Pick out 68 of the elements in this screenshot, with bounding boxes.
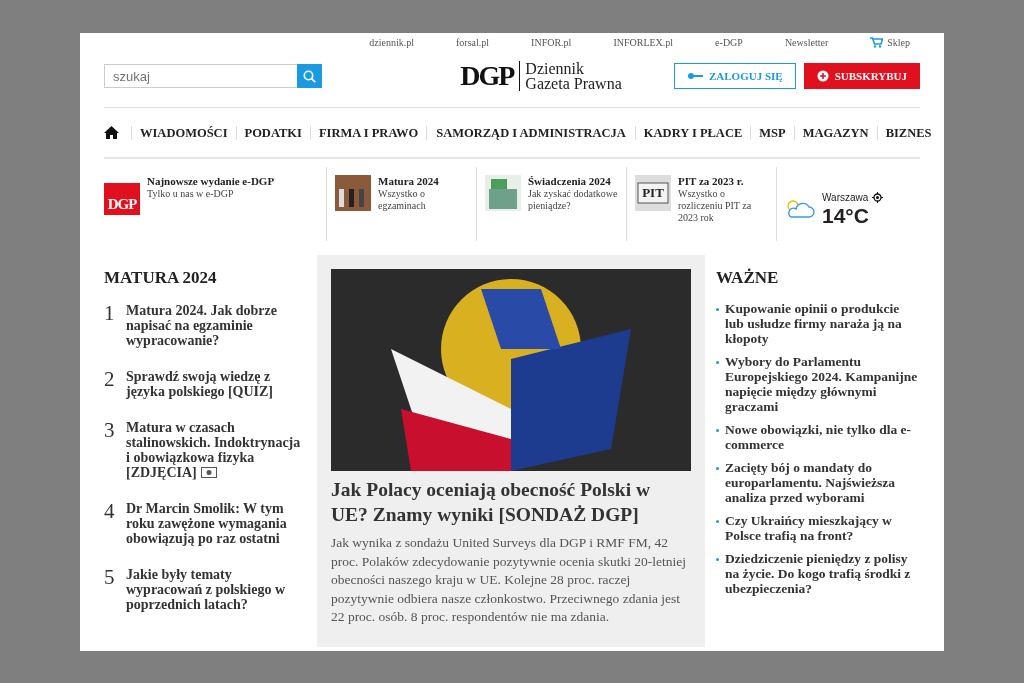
nav-link[interactable]: FIRMA I PRAWO [309,125,427,140]
cloud-icon [785,197,815,219]
top-link[interactable]: INFOR.pl [531,34,572,50]
article-link[interactable]: Jakie były tematy wypracowań z polskiego w poprzednich latach? [126,564,306,612]
cart-icon [870,36,884,48]
promo-text: Wszystko o egzaminach [378,188,427,212]
top-link[interactable]: dziennik.pl [369,34,415,50]
bullet-icon [716,307,719,311]
article-link[interactable]: Matura 2024. Jak dobrze napisać na egzaminie wypracowanie? [126,300,306,348]
article-link[interactable]: Dziedziczenie pieniędzy z polisy na życie. Do kogo trafią środki z ubezpieczenia? [725,550,920,596]
article-link[interactable]: Czy Ukraińcy mieszkający w Polsce trafią na front? [725,512,920,543]
photo-placeholder [335,175,371,211]
top-link[interactable]: INFORLEX.pl [613,34,674,50]
search-button[interactable] [297,64,322,88]
article-link[interactable]: Wybory do Parlamentu Europejskiego 2024. Kampanijne napięcie między głównymi graczami [725,353,920,414]
nav-link[interactable]: SAMORZĄD I ADMINISTRACJA [426,125,635,140]
item-number: 2 [104,366,116,393]
plus-circle-icon [816,70,829,82]
location-icon [872,191,884,203]
subscribe-button[interactable]: SUBSKRYBUJ [803,63,920,89]
bullet-icon [716,466,719,470]
article-link[interactable]: Matura w czasach stalinowskich. Indoktrynacja i obowiązkowa fizyka [ZDJĘCIA] [126,417,306,480]
nav-link[interactable]: MAGAZYN [793,125,877,140]
photo-placeholder [485,175,521,211]
logo-name: Dziennik Gazeta Prawna [519,61,622,91]
promo-text: Wszystko o rozliczeniu PIT za 2023 rok [678,188,753,224]
promo-text: Tylko u nas w e-DGP [147,188,235,200]
promo-title[interactable]: Najnowsze wydanie e-DGP [147,175,275,188]
top-link[interactable]: e-DGP [715,34,743,50]
search-field[interactable]: szukaj [104,64,297,88]
article-link[interactable]: Dr Marcin Smolik: W tym roku zawężone wymagania obowiązują po raz ostatni [126,498,306,546]
city-name: Warszawa [822,190,869,205]
top-link[interactable]: Newsletter [784,34,829,50]
item-number: 3 [104,417,116,444]
article-link[interactable]: Zacięty bój o mandaty do europarlamentu. Najświeższa analiza przed wyborami [725,459,920,505]
item-number: 5 [104,564,116,591]
nav-link[interactable]: MSP [750,125,794,140]
nav-link[interactable]: WIADOMOŚCI [131,125,236,140]
search-icon [303,69,316,83]
article-headline[interactable]: Jak Polacy oceniają obecność Polski w UE? Znamy wyniki [SONDAŻ DGP] [331,477,691,527]
promo-text: Jak zyskać dodatkowe pieniądze? [528,188,618,212]
article-link[interactable]: Sprawdź swoją wiedzę z języka polskiego [QUIZ] [126,366,306,399]
key-icon [686,72,703,80]
nav-link[interactable]: PODATKI [235,125,310,140]
section-title: WAŻNE [716,267,780,289]
photo-label: PIT [642,184,664,203]
top-link[interactable]: forsal.pl [456,34,490,50]
bullet-icon [716,519,719,523]
bullet-icon [716,360,719,364]
temperature: 14°C [822,204,870,227]
article-lead: Jak wynika z sondażu United Surveys dla DGP i RMF FM, 42 proc. Polaków zdecydowanie pozytywnie ocenia skutki 20-letniej obecności naszego kraju w UE. Kolejne 28 proc. raczej pozytywnie odbiera nasze członkostwo. Przeciwnego zdania jest 22 proc. osób. 8 proc. respondentów nie ma zdania. [331,534,688,626]
edition-logo: DGP [104,183,140,215]
bullet-icon [716,557,719,561]
item-number: 1 [104,300,116,327]
nav-link[interactable]: KADRY I PŁACE [634,125,751,140]
article-link[interactable]: Kupowanie opinii o produkcie lub usłudze firmy naraża ją na kłopoty [725,300,920,346]
logo-mark: DGP [460,62,514,90]
article-link[interactable]: Nowe obowiązki, nie tylko dla e-commerce [725,421,920,452]
item-number: 4 [104,498,116,525]
home-icon [104,126,119,139]
shop-link[interactable]: Sklep [870,34,910,50]
promo-title[interactable]: PIT za 2023 r. [678,175,768,188]
nav-link[interactable]: BIZNES [876,125,940,140]
promo-title[interactable]: Matura 2024 [378,175,468,188]
section-title: MATURA 2024 [104,267,218,289]
promo-title[interactable]: Świadczenia 2024 [528,175,618,188]
camera-icon [200,466,217,478]
bullet-icon [716,428,719,432]
